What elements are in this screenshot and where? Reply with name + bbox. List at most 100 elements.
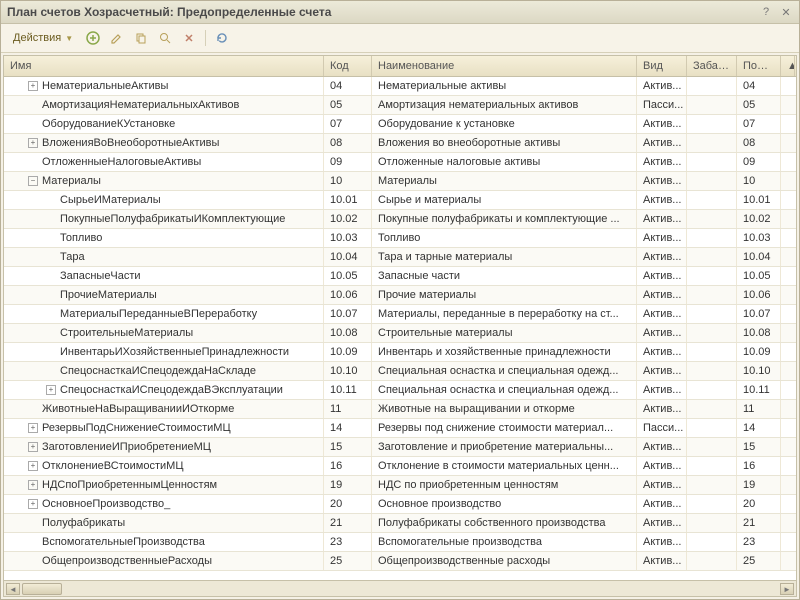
- table-row[interactable]: ИнвентарьИХозяйственныеПринадлежности10.…: [4, 343, 796, 362]
- account-name: ОтклонениеВСтоимостиМЦ: [42, 460, 183, 472]
- table-row[interactable]: АмортизацияНематериальныхАктивов05Аморти…: [4, 96, 796, 115]
- table-row[interactable]: +РезервыПодСнижениеСтоимостиМЦ14Резервы …: [4, 419, 796, 438]
- table-row[interactable]: ОтложенныеНалоговыеАктивы09Отложенные на…: [4, 153, 796, 172]
- cell-ord: 20: [737, 495, 781, 513]
- expand-icon[interactable]: +: [28, 461, 38, 471]
- col-type[interactable]: Вид: [637, 56, 687, 76]
- close-icon[interactable]: ✕: [779, 5, 793, 19]
- table-body[interactable]: +НематериальныеАктивы04Нематериальные ак…: [4, 77, 796, 580]
- cell-code: 04: [324, 77, 372, 95]
- cell-desc: Покупные полуфабрикаты и комплектующие .…: [372, 210, 637, 228]
- view-icon[interactable]: [155, 28, 175, 48]
- expand-icon[interactable]: +: [46, 385, 56, 395]
- cell-name: + ОтклонениеВСтоимостиМЦ: [4, 457, 324, 475]
- table-row[interactable]: ПокупныеПолуфабрикатыИКомплектующие10.02…: [4, 210, 796, 229]
- table-row[interactable]: +ОсновноеПроизводство_20Основное произво…: [4, 495, 796, 514]
- table-row[interactable]: ЖивотныеНаВыращиванииИОткорме11Животные …: [4, 400, 796, 419]
- cell-code: 10.07: [324, 305, 372, 323]
- table-row[interactable]: +ОтклонениеВСтоимостиМЦ16Отклонение в ст…: [4, 457, 796, 476]
- col-code[interactable]: Код: [324, 56, 372, 76]
- cell-bal: [687, 381, 737, 399]
- account-name: ОборудованиеКУстановке: [42, 118, 175, 130]
- table-row[interactable]: +ЗаготовлениеИПриобретениеМЦ15Заготовлен…: [4, 438, 796, 457]
- table-row[interactable]: ОборудованиеКУстановке07Оборудование к у…: [4, 115, 796, 134]
- edit-icon[interactable]: [107, 28, 127, 48]
- actions-menu[interactable]: Действия ▼: [7, 30, 79, 46]
- table-row[interactable]: МатериалыПереданныеВПереработку10.07Мате…: [4, 305, 796, 324]
- cell-bal: [687, 210, 737, 228]
- scroll-right-icon[interactable]: ►: [780, 583, 794, 595]
- col-desc[interactable]: Наименование: [372, 56, 637, 76]
- table-row[interactable]: СтроительныеМатериалы10.08Строительные м…: [4, 324, 796, 343]
- account-name: ВложенияВоВнеоборотныеАктивы: [42, 137, 219, 149]
- cell-type: Актив...: [637, 343, 687, 361]
- help-icon[interactable]: ?: [759, 5, 773, 19]
- expand-icon[interactable]: +: [28, 442, 38, 452]
- cell-type: Актив...: [637, 153, 687, 171]
- table-row[interactable]: СпецоснасткаИСпецодеждаНаСкладе10.10Спец…: [4, 362, 796, 381]
- cell-ord: 10.04: [737, 248, 781, 266]
- expand-icon[interactable]: +: [28, 499, 38, 509]
- table-row[interactable]: ВспомогательныеПроизводства23Вспомогател…: [4, 533, 796, 552]
- cell-bal: [687, 419, 737, 437]
- cell-desc: Вспомогательные производства: [372, 533, 637, 551]
- cell-type: Актив...: [637, 476, 687, 494]
- cell-bal: [687, 305, 737, 323]
- table-row[interactable]: Топливо10.03ТопливоАктив...10.03: [4, 229, 796, 248]
- cell-type: Актив...: [637, 191, 687, 209]
- table-row[interactable]: +СпецоснасткаИСпецодеждаВЭксплуатации10.…: [4, 381, 796, 400]
- table-row[interactable]: −Материалы10МатериалыАктив...10: [4, 172, 796, 191]
- cell-name: +РезервыПодСнижениеСтоимостиМЦ: [4, 419, 324, 437]
- expand-icon[interactable]: +: [28, 81, 38, 91]
- cell-desc: Инвентарь и хозяйственные принадлежности: [372, 343, 637, 361]
- account-name: НДСпоПриобретеннымЦенностям: [42, 479, 217, 491]
- table-row[interactable]: ЗапасныеЧасти10.05Запасные частиАктив...…: [4, 267, 796, 286]
- cell-desc: Амортизация нематериальных активов: [372, 96, 637, 114]
- col-bal[interactable]: Забал...: [687, 56, 737, 76]
- account-name: ОсновноеПроизводство_: [42, 498, 170, 510]
- horizontal-scrollbar[interactable]: ◄ ►: [4, 580, 796, 596]
- cell-type: Актив...: [637, 172, 687, 190]
- account-name: ЖивотныеНаВыращиванииИОткорме: [42, 403, 234, 415]
- table-row[interactable]: ОбщепроизводственныеРасходы25Общепроизво…: [4, 552, 796, 571]
- table-row[interactable]: +НДСпоПриобретеннымЦенностям19НДС по при…: [4, 476, 796, 495]
- table-row[interactable]: ПрочиеМатериалы10.06Прочие материалыАкти…: [4, 286, 796, 305]
- copy-icon[interactable]: [131, 28, 151, 48]
- scroll-thumb[interactable]: [22, 583, 62, 595]
- table-row[interactable]: +НематериальныеАктивы04Нематериальные ак…: [4, 77, 796, 96]
- cell-bal: [687, 115, 737, 133]
- cell-bal: [687, 286, 737, 304]
- cell-type: Актив...: [637, 457, 687, 475]
- table-row[interactable]: Полуфабрикаты21Полуфабрикаты собственног…: [4, 514, 796, 533]
- cell-name: ОбщепроизводственныеРасходы: [4, 552, 324, 570]
- cell-bal: [687, 457, 737, 475]
- cell-code: 10.06: [324, 286, 372, 304]
- refresh-icon[interactable]: [212, 28, 232, 48]
- add-icon[interactable]: [83, 28, 103, 48]
- cell-bal: [687, 324, 737, 342]
- scroll-left-icon[interactable]: ◄: [6, 583, 20, 595]
- col-name[interactable]: Имя: [4, 56, 324, 76]
- table-row[interactable]: СырьеИМатериалы10.01Сырье и материалыАкт…: [4, 191, 796, 210]
- account-name: Полуфабрикаты: [42, 517, 125, 529]
- expand-icon[interactable]: +: [28, 138, 38, 148]
- expand-icon[interactable]: +: [28, 480, 38, 490]
- separator: [205, 30, 206, 46]
- table-row[interactable]: Тара10.04Тара и тарные материалыАктив...…: [4, 248, 796, 267]
- cell-type: Актив...: [637, 324, 687, 342]
- table-row[interactable]: +ВложенияВоВнеоборотныеАктивы08Вложения …: [4, 134, 796, 153]
- cell-type: Актив...: [637, 210, 687, 228]
- cell-desc: Животные на выращивании и откорме: [372, 400, 637, 418]
- expand-icon[interactable]: +: [28, 423, 38, 433]
- account-name: ЗапасныеЧасти: [60, 270, 141, 282]
- collapse-icon[interactable]: −: [28, 176, 38, 186]
- cell-desc: Прочие материалы: [372, 286, 637, 304]
- cell-type: Актив...: [637, 438, 687, 456]
- delete-icon[interactable]: [179, 28, 199, 48]
- cell-type: Актив...: [637, 552, 687, 570]
- cell-type: Актив...: [637, 115, 687, 133]
- cell-code: 10.09: [324, 343, 372, 361]
- col-ord[interactable]: Поряд...: [737, 56, 781, 76]
- cell-code: 10.10: [324, 362, 372, 380]
- cell-name: ПокупныеПолуфабрикатыИКомплектующие: [4, 210, 324, 228]
